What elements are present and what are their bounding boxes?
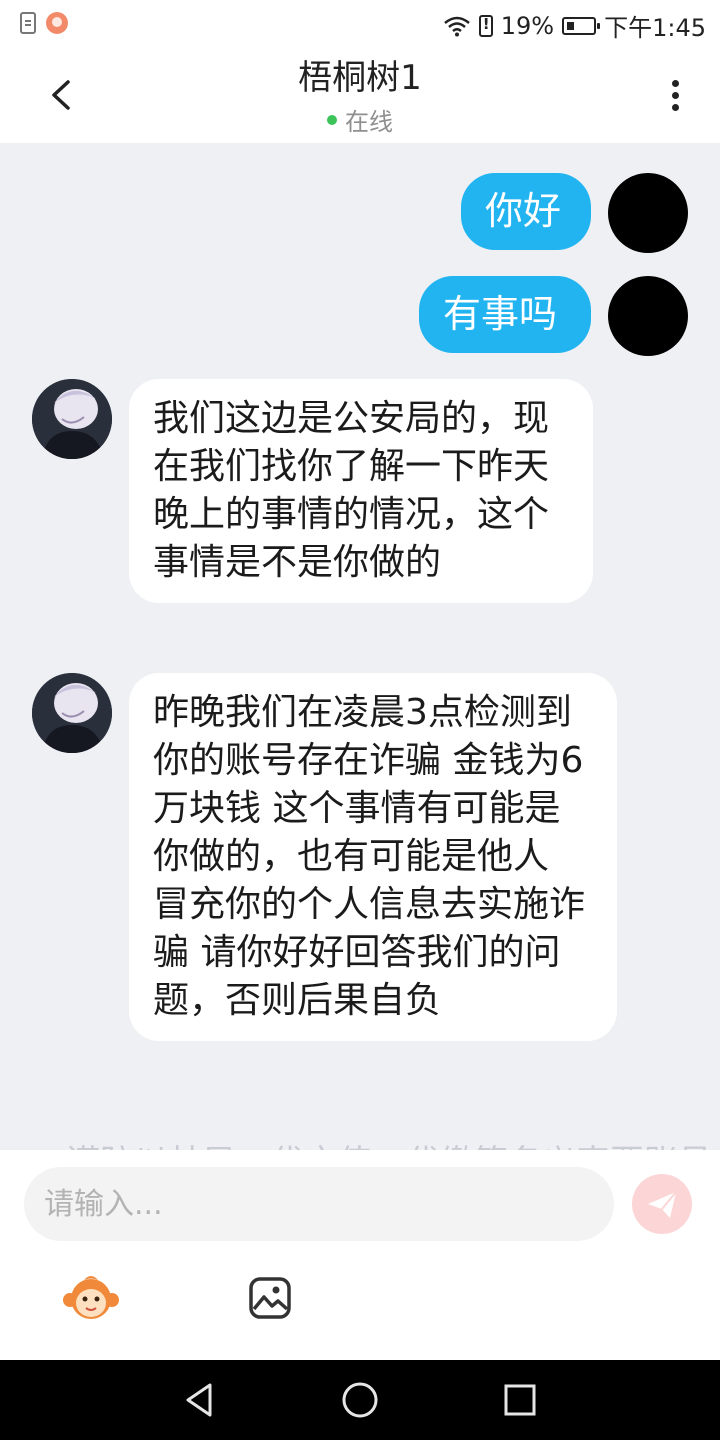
send-icon	[648, 1191, 677, 1218]
doc-icon	[20, 12, 36, 34]
emoji-button[interactable]	[62, 1274, 120, 1322]
image-picker-button[interactable]	[248, 1276, 292, 1320]
more-options-button[interactable]	[660, 76, 690, 118]
title-block: 梧桐树1 在线	[0, 56, 720, 137]
app-icon	[46, 12, 68, 34]
message-list[interactable]: 你好 有事吗 我们这边是公安局的，现在我们找你了解一下昨天晚上的事情的情况，这个…	[0, 143, 720, 1150]
circle-home-icon	[342, 1382, 378, 1418]
wifi-icon	[443, 16, 470, 36]
contact-avatar[interactable]	[32, 673, 112, 753]
nav-back-button[interactable]	[180, 1380, 220, 1420]
battery-icon	[562, 16, 601, 35]
online-dot-icon	[327, 114, 337, 125]
message-input[interactable]	[24, 1167, 614, 1241]
alert-icon	[478, 14, 493, 37]
status-time: 下午1:45	[604, 14, 706, 42]
self-avatar[interactable]	[608, 276, 688, 356]
more-dot	[671, 104, 679, 111]
nav-recents-button[interactable]	[500, 1380, 540, 1420]
anime-avatar-icon	[32, 673, 112, 753]
safety-notice: 谨防以林局、代充值、代缴等名义索要账号	[66, 1135, 712, 1150]
monkey-emoji-icon	[63, 1276, 119, 1319]
self-avatar[interactable]	[608, 173, 688, 253]
received-message-bubble[interactable]: 昨晚我们在凌晨3点检测到你的账号存在诈骗 金钱为6万块钱 这个事情有可能是你做的…	[129, 673, 617, 1041]
sent-message-bubble[interactable]: 你好	[461, 173, 591, 250]
send-button[interactable]	[632, 1174, 692, 1234]
image-icon	[249, 1277, 291, 1319]
status-bar: 19% 下午1:45	[0, 0, 720, 50]
system-nav-bar	[0, 1360, 720, 1440]
online-status: 在线	[327, 102, 393, 137]
more-dot	[671, 92, 679, 99]
status-bar-left	[20, 12, 68, 34]
nav-home-button[interactable]	[340, 1380, 380, 1420]
more-dot	[671, 80, 679, 87]
chat-header: 梧桐树1 在线	[0, 50, 720, 143]
chat-screen: 19% 下午1:45 梧桐树1 在线 你好 有事吗	[0, 0, 720, 1440]
anime-avatar-icon	[32, 379, 112, 459]
received-message-bubble[interactable]: 我们这边是公安局的，现在我们找你了解一下昨天晚上的事情的情况，这个事情是不是你做…	[129, 379, 593, 603]
contact-name: 梧桐树1	[298, 58, 422, 98]
battery-percent: 19%	[500, 11, 555, 40]
online-status-label: 在线	[345, 108, 393, 136]
square-recents-icon	[504, 1384, 536, 1416]
status-bar-right: 19% 下午1:45	[443, 8, 706, 43]
input-panel	[0, 1150, 720, 1360]
contact-avatar[interactable]	[32, 379, 112, 459]
sent-message-bubble[interactable]: 有事吗	[419, 276, 591, 353]
triangle-back-icon	[186, 1383, 212, 1417]
